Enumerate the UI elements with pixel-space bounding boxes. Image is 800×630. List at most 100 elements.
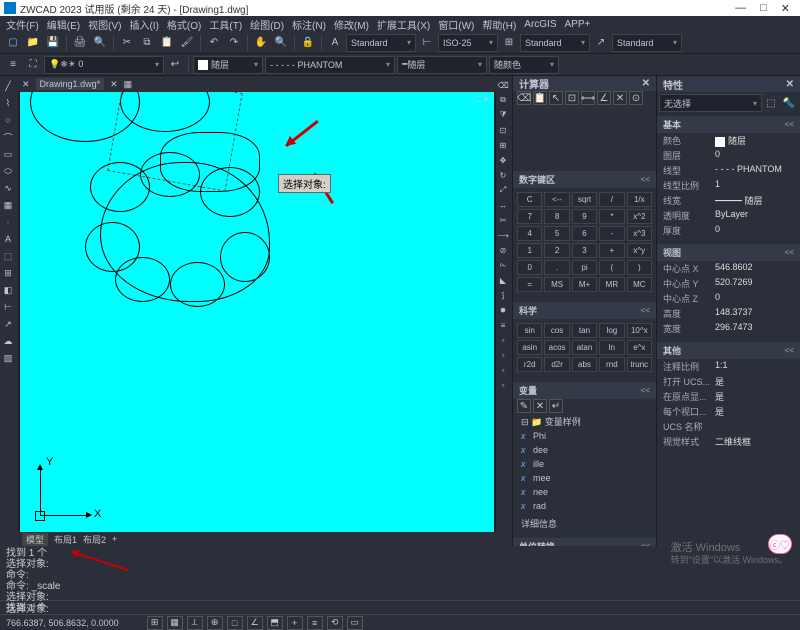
key-3[interactable]: 3 [572, 243, 597, 258]
calc-pick-icon[interactable]: ↖ [549, 91, 563, 105]
save-button[interactable]: 💾 [44, 34, 62, 52]
menu-edit[interactable]: 编辑(E) [45, 17, 82, 32]
layer-icon[interactable]: ≡ [4, 56, 22, 74]
var-rad[interactable]: rad [521, 499, 648, 513]
layer-state-icon[interactable]: ⛶ [24, 56, 42, 74]
tab-add[interactable]: + [112, 534, 117, 544]
arc-tool[interactable]: ⌒ [0, 129, 16, 145]
table-tool[interactable]: ⊞ [0, 265, 16, 281]
trim-tool[interactable]: ✂ [496, 213, 510, 227]
key-4[interactable]: 4 [517, 226, 542, 241]
align-tool[interactable]: ≡ [496, 318, 510, 332]
doc-tab-new[interactable]: ▦ [124, 79, 133, 90]
menu-format[interactable]: 格式(O) [165, 17, 203, 32]
color-dropdown[interactable]: 随层 [193, 56, 263, 74]
key-rnd[interactable]: rnd [599, 357, 624, 372]
open-button[interactable]: 📁 [24, 34, 42, 52]
key-log[interactable]: log [599, 323, 624, 338]
grid-toggle[interactable]: ▦ [167, 616, 183, 630]
key-d2r[interactable]: d2r [544, 357, 569, 372]
key-acos[interactable]: acos [544, 340, 569, 355]
prop-row[interactable]: 打开 UCS...是 [657, 374, 800, 389]
dimstyle-dropdown[interactable]: ISO-25 [438, 34, 498, 52]
zoom-button[interactable]: 🔍 [272, 34, 290, 52]
dyn-toggle[interactable]: + [287, 616, 303, 630]
stretch-tool[interactable]: ↔ [496, 198, 510, 212]
calc-close[interactable]: ✕ [642, 78, 650, 89]
key-r2d[interactable]: r2d [517, 357, 542, 372]
match-button[interactable]: 🖌 [178, 34, 196, 52]
key-1[interactable]: 1 [517, 243, 542, 258]
var-root[interactable]: ⊟ 📁 变量样例 [521, 415, 648, 429]
wipeout-tool[interactable]: ▨ [0, 350, 16, 366]
lock-icon[interactable]: 🔒 [299, 34, 317, 52]
snap-toggle[interactable]: ⊞ [147, 616, 163, 630]
fillet-tool[interactable]: ⟆ [496, 288, 510, 302]
erase-tool[interactable]: ⌫ [496, 78, 510, 92]
key-2[interactable]: 2 [544, 243, 569, 258]
key-6[interactable]: 6 [572, 226, 597, 241]
key-.[interactable]: . [544, 260, 569, 275]
more-1[interactable]: ▫ [496, 333, 510, 347]
var-send-icon[interactable]: ↵ [549, 399, 563, 413]
prop-row[interactable]: 中心点 Z0 [657, 291, 800, 306]
calc-sec-numpad[interactable]: 数字键区 [513, 171, 656, 188]
key-x^3[interactable]: x^3 [627, 226, 652, 241]
key--[interactable]: - [599, 226, 624, 241]
print-button[interactable]: 🖨 [71, 34, 89, 52]
move-tool[interactable]: ✥ [496, 153, 510, 167]
prop-row[interactable]: 透明度ByLayer [657, 208, 800, 223]
key-asin[interactable]: asin [517, 340, 542, 355]
close-button[interactable]: ✕ [781, 2, 790, 15]
prop-row[interactable]: 线宽━━━ 随层 [657, 193, 800, 208]
more-3[interactable]: ▫ [496, 363, 510, 377]
key-/[interactable]: / [599, 192, 624, 207]
minimize-button[interactable]: — [735, 2, 746, 15]
cut-button[interactable]: ✂ [118, 34, 136, 52]
more-4[interactable]: ▫ [496, 378, 510, 392]
key-x^y[interactable]: x^y [627, 243, 652, 258]
doc-max[interactable]: □ [475, 94, 480, 105]
copy-tool[interactable]: ⧉ [496, 93, 510, 107]
osnap-toggle[interactable]: □ [227, 616, 243, 630]
tab-layout2[interactable]: 布局2 [83, 533, 106, 546]
emoji-badge[interactable]: ⓒ♡ [768, 534, 792, 554]
polyline-tool[interactable]: ⌇ [0, 95, 16, 111]
dim-tool[interactable]: ⊢ [0, 299, 16, 315]
ellipse-tool[interactable]: ⬭ [0, 163, 16, 179]
menu-view[interactable]: 视图(V) [86, 17, 123, 32]
key-C[interactable]: C [517, 192, 542, 207]
menu-help[interactable]: 帮助(H) [480, 17, 518, 32]
props-sec-other[interactable]: 其他 [657, 342, 800, 359]
key-pi[interactable]: pi [572, 260, 597, 275]
menu-insert[interactable]: 插入(I) [127, 17, 160, 32]
key-)[interactable]: ) [627, 260, 652, 275]
key-MR[interactable]: MR [599, 277, 624, 292]
rectangle-tool[interactable]: ▭ [0, 146, 16, 162]
mleader-icon[interactable]: ↗ [592, 34, 610, 52]
var-dee[interactable]: dee [521, 443, 648, 457]
key-([interactable]: ( [599, 260, 624, 275]
linetype-dropdown[interactable]: - - - - - PHANTOM [265, 56, 395, 74]
prop-row[interactable]: 线型- - - - PHANTOM [657, 163, 800, 178]
key-x^2[interactable]: x^2 [627, 209, 652, 224]
hatch-tool[interactable]: ▦ [0, 197, 16, 213]
key-sin[interactable]: sin [517, 323, 542, 338]
tab-model[interactable]: 模型 [22, 533, 48, 546]
prop-row[interactable]: 注释比例1:1 [657, 359, 800, 374]
prop-row[interactable]: 线型比例1 [657, 178, 800, 193]
polar-toggle[interactable]: ⊕ [207, 616, 223, 630]
menu-tools[interactable]: 工具(T) [207, 17, 244, 32]
doc-tab-active[interactable]: Drawing1.dwg* [36, 78, 105, 90]
prop-row[interactable]: 中心点 Y520.7269 [657, 276, 800, 291]
calc-calc-icon[interactable]: ⊙ [629, 91, 643, 105]
cycle-toggle[interactable]: ⟲ [327, 616, 343, 630]
lineweight-dropdown[interactable]: ━ 随层 [397, 56, 487, 74]
circle-tool[interactable]: ○ [0, 112, 16, 128]
key-MC[interactable]: MC [627, 277, 652, 292]
calc-sec-var[interactable]: 变量 [513, 382, 656, 399]
menu-draw[interactable]: 绘图(D) [248, 17, 286, 32]
calc-clear-icon[interactable]: ⌫ [517, 91, 531, 105]
doc-close[interactable]: ✕ [482, 94, 490, 105]
selection-dropdown[interactable]: 无选择 [659, 94, 762, 112]
